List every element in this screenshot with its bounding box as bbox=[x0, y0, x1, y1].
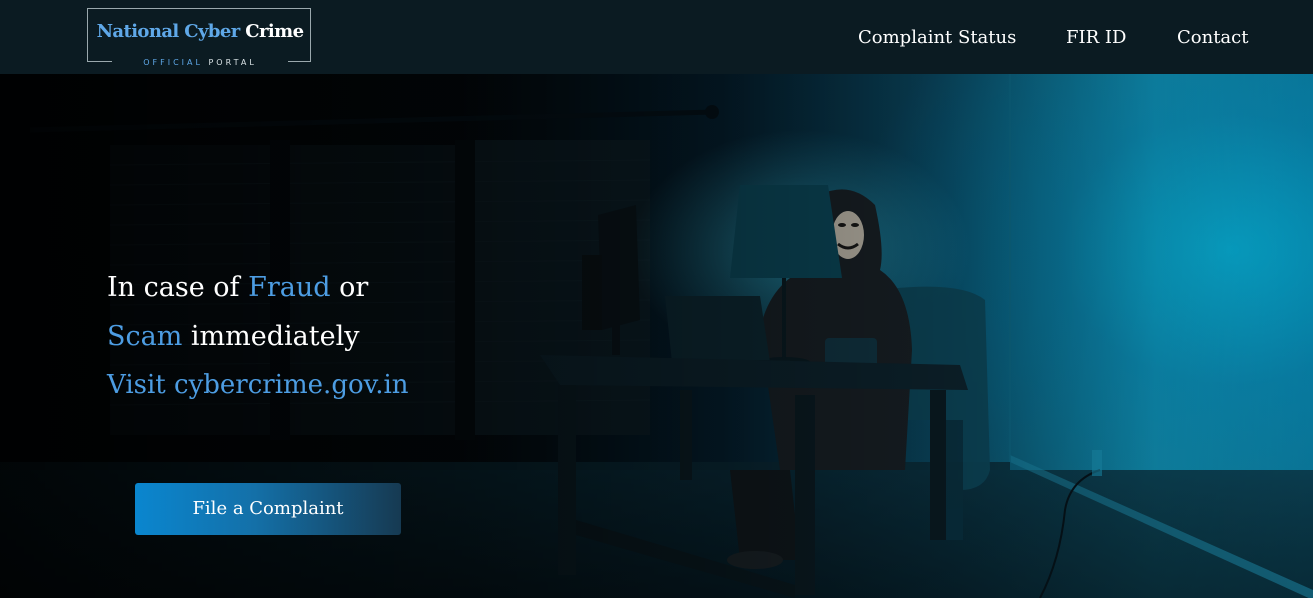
hero-line-2: Scam immediately bbox=[107, 321, 359, 352]
logo-subtitle-part1: OFFICIAL bbox=[143, 58, 203, 67]
site-logo[interactable]: National Cyber Crime OFFICIAL PORTAL bbox=[87, 8, 312, 69]
hero-line-1-suffix: or bbox=[339, 272, 369, 303]
hero-line-2-suffix: immediately bbox=[190, 321, 360, 352]
hero-line-1-prefix: In case of bbox=[107, 272, 240, 303]
hero-visit-website: Visit cybercrime.gov.in bbox=[107, 370, 409, 400]
file-complaint-button[interactable]: File a Complaint bbox=[135, 483, 401, 535]
landing-page: National Cyber Crime OFFICIAL PORTAL Com… bbox=[0, 0, 1313, 598]
nav-link-complaint-status[interactable]: Complaint Status bbox=[858, 27, 1016, 51]
logo-title-part2: Crime bbox=[245, 21, 304, 42]
hero-highlight-scam: Scam bbox=[107, 321, 183, 352]
nav-link-contact[interactable]: Contact bbox=[1177, 27, 1248, 51]
hero-line-1: In case of Fraud or bbox=[107, 272, 368, 303]
hero-highlight-fraud: Fraud bbox=[248, 272, 331, 303]
logo-title-part1: National Cyber bbox=[96, 21, 241, 42]
top-navigation-bar: National Cyber Crime OFFICIAL PORTAL Com… bbox=[0, 0, 1313, 74]
logo-title: National Cyber Crime bbox=[88, 21, 312, 42]
logo-subtitle: OFFICIAL PORTAL bbox=[112, 57, 288, 69]
nav-link-fir-id[interactable]: FIR ID bbox=[1066, 27, 1126, 51]
logo-subtitle-part2: PORTAL bbox=[208, 58, 257, 67]
